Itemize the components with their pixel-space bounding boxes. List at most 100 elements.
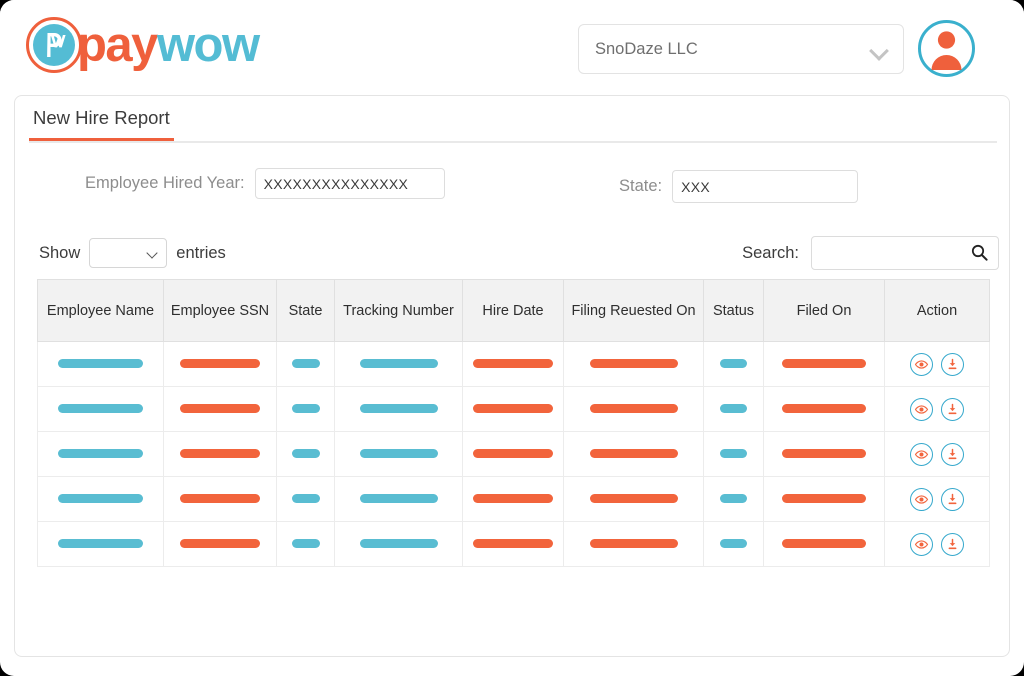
table-cell-employee-name	[37, 386, 164, 432]
content-card: New Hire Report Employee Hired Year: Sta…	[14, 95, 1010, 657]
table-row	[37, 476, 990, 522]
row-action-group	[886, 487, 988, 511]
placeholder-bar	[58, 539, 143, 548]
placeholder-bar	[58, 359, 143, 368]
placeholder-bar	[359, 404, 438, 413]
tab-new-hire-report[interactable]: New Hire Report	[29, 107, 174, 141]
download-button[interactable]	[941, 352, 964, 376]
table-header-cell-filing-reuested-on: Filing Reuested On	[563, 279, 704, 342]
download-button[interactable]	[941, 397, 964, 421]
table-cell-employee-name	[37, 476, 164, 522]
eye-icon	[914, 449, 929, 459]
placeholder-bar	[589, 404, 678, 413]
placeholder-bar	[359, 359, 438, 368]
search-input[interactable]	[811, 236, 999, 270]
table-header-row: Employee Name Employee SSN State Tracking N…	[37, 279, 990, 342]
download-icon	[948, 448, 957, 459]
table-header-cell-status: Status	[703, 279, 764, 342]
entries-label: entries	[176, 243, 226, 262]
paywow-logo: paywow	[26, 14, 260, 76]
row-action-group	[886, 397, 988, 421]
table-row	[37, 521, 990, 567]
row-action-group	[886, 442, 988, 466]
table-cell-employee-name	[37, 431, 164, 477]
download-icon	[948, 538, 957, 549]
search-control: Search:	[742, 236, 999, 270]
table-cell-employee-ssn	[163, 341, 277, 387]
table-cell-employee-name	[37, 521, 164, 567]
placeholder-bar	[589, 539, 678, 548]
table-cell-filing-reuested-on	[563, 341, 704, 387]
table-cell-tracking-number	[334, 386, 463, 432]
table-header: Employee Name Employee SSN State Tracking N…	[37, 279, 990, 342]
show-entries-control: Show entries	[39, 238, 226, 268]
table-cell-hire-date	[462, 386, 564, 432]
placeholder-bar	[782, 359, 866, 368]
download-button[interactable]	[941, 442, 964, 466]
logo-text-pay: pay	[77, 17, 158, 72]
placeholder-bar	[720, 539, 747, 548]
table-cell-state	[276, 341, 335, 387]
user-avatar-button[interactable]	[918, 20, 975, 77]
placeholder-bar	[359, 449, 438, 458]
placeholder-bar	[291, 539, 320, 548]
placeholder-bar	[291, 359, 320, 368]
tab-bar: New Hire Report	[29, 107, 997, 143]
view-button[interactable]	[910, 532, 933, 556]
top-header-bar: paywow SnoDaze LLC	[0, 0, 1024, 90]
table-header-cell-tracking-number: Tracking Number	[334, 279, 463, 342]
view-button[interactable]	[910, 442, 933, 466]
user-avatar-icon	[931, 31, 962, 70]
paywow-wordmark: paywow	[77, 17, 260, 72]
placeholder-bar	[359, 494, 438, 503]
eye-icon	[914, 404, 929, 414]
table-body	[37, 341, 990, 567]
logo-text-wow: wow	[156, 17, 260, 72]
search-label: Search:	[742, 243, 799, 262]
table-cell-filed-on	[763, 341, 885, 387]
table-header-cell-hire-date: Hire Date	[462, 279, 564, 342]
state-input[interactable]	[672, 170, 859, 203]
company-selector-dropdown[interactable]: SnoDaze LLC	[578, 24, 904, 74]
table-cell-filing-reuested-on	[563, 476, 704, 522]
table-row	[37, 431, 990, 477]
download-button[interactable]	[941, 532, 964, 556]
table-cell-tracking-number	[334, 341, 463, 387]
placeholder-bar	[720, 359, 747, 368]
placeholder-bar	[782, 494, 866, 503]
table-cell-filed-on	[763, 431, 885, 477]
table-cell-status	[703, 521, 764, 567]
app-window: paywow SnoDaze LLC New Hire Report Emplo…	[0, 0, 1024, 676]
row-action-group	[886, 352, 988, 376]
new-hire-report-table-wrapper: Employee Name Employee SSN State Tracking N…	[37, 279, 990, 567]
table-cell-state	[276, 521, 335, 567]
employee-hired-year-input[interactable]	[254, 168, 445, 199]
table-cell-employee-ssn	[163, 521, 277, 567]
company-selector-value: SnoDaze LLC	[595, 39, 698, 58]
placeholder-bar	[359, 539, 438, 548]
table-cell-hire-date	[462, 476, 564, 522]
placeholder-bar	[473, 449, 553, 458]
placeholder-bar	[291, 449, 320, 458]
eye-icon	[914, 359, 929, 369]
entries-per-page-select[interactable]	[89, 238, 168, 268]
table-cell-action	[884, 431, 990, 477]
table-cell-filed-on	[763, 521, 885, 567]
placeholder-bar	[58, 449, 143, 458]
placeholder-bar	[180, 449, 260, 458]
view-button[interactable]	[910, 352, 933, 376]
download-button[interactable]	[941, 487, 964, 511]
logo-pw-monogram-icon	[47, 33, 66, 57]
table-cell-employee-ssn	[163, 476, 277, 522]
view-button[interactable]	[910, 487, 933, 511]
table-cell-action	[884, 386, 990, 432]
view-button[interactable]	[910, 397, 933, 421]
table-cell-tracking-number	[334, 431, 463, 477]
table-cell-action	[884, 476, 990, 522]
placeholder-bar	[180, 404, 260, 413]
table-cell-state	[276, 386, 335, 432]
placeholder-bar	[473, 404, 553, 413]
placeholder-bar	[589, 449, 678, 458]
employee-hired-year-label: Employee Hired Year:	[85, 174, 245, 192]
table-cell-action	[884, 521, 990, 567]
